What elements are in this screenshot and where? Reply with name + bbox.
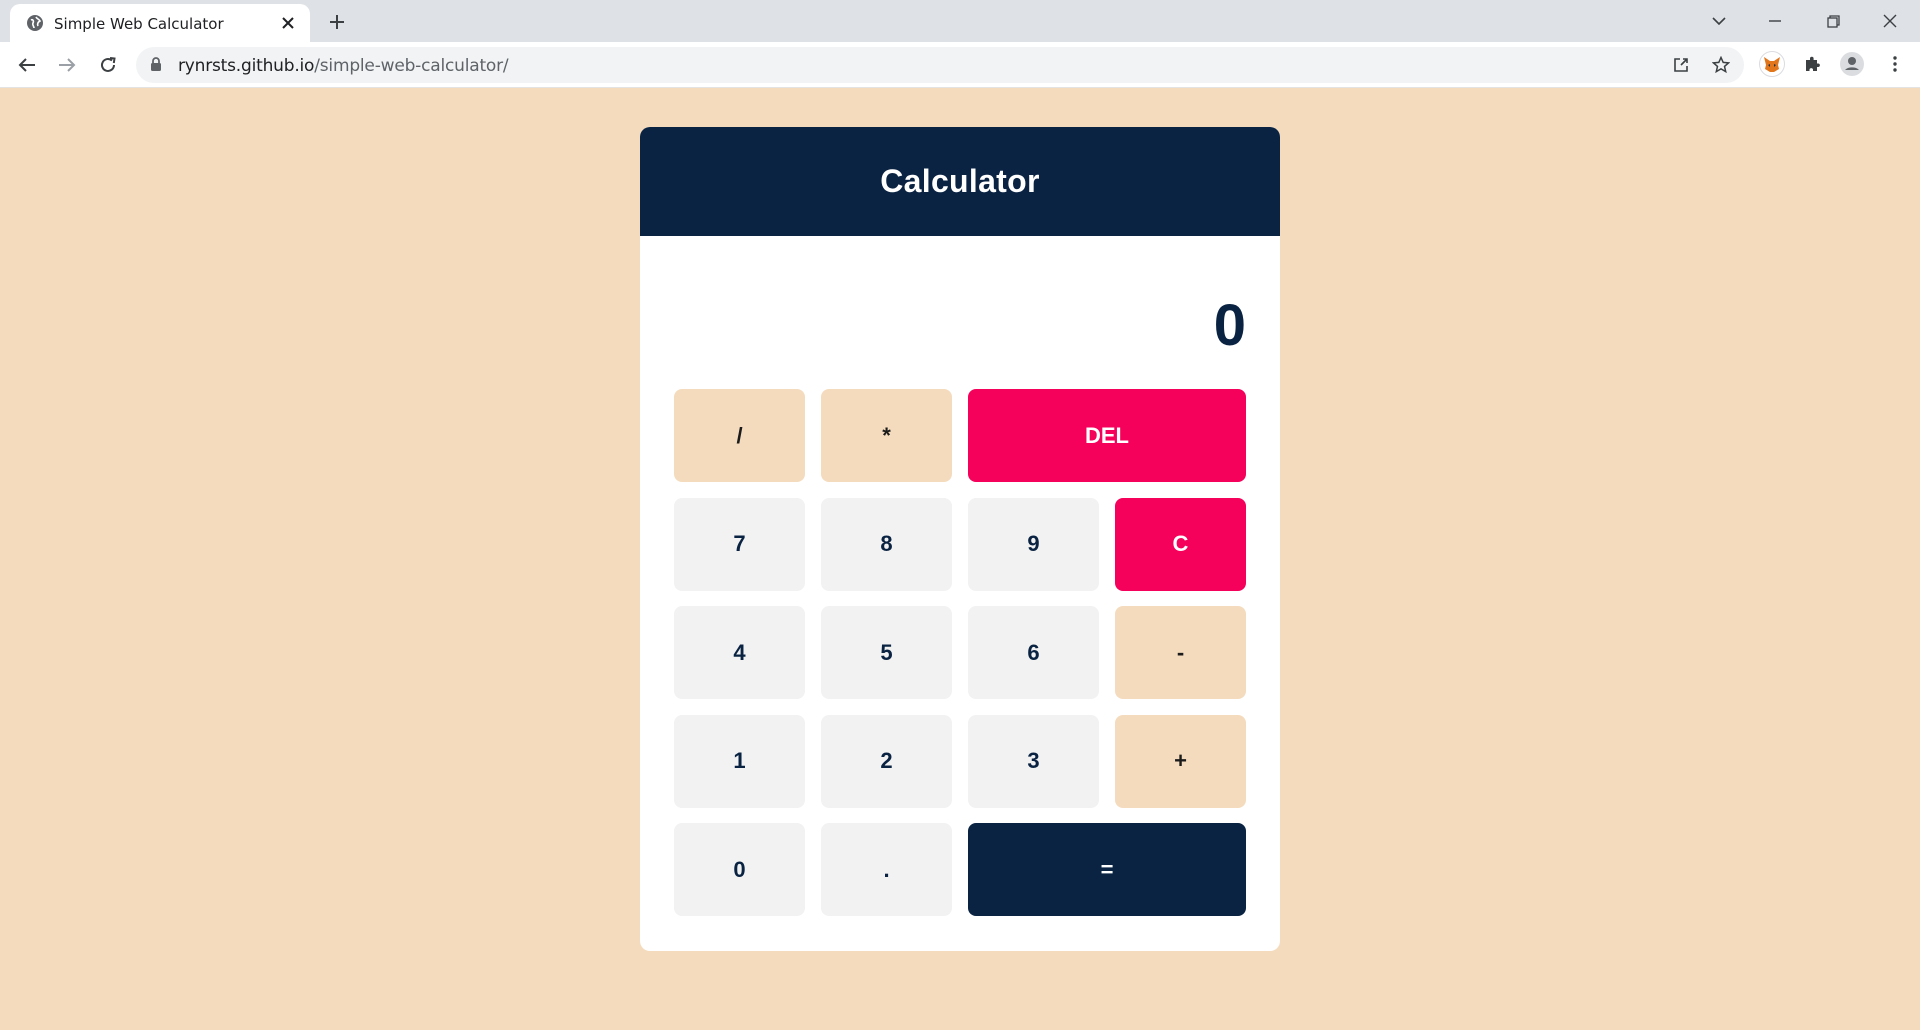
tab-active[interactable]: Simple Web Calculator	[10, 4, 310, 42]
tab-title: Simple Web Calculator	[54, 15, 224, 33]
url-host: rynrsts.github.io	[178, 56, 315, 76]
calculator-display: 0	[1213, 293, 1246, 358]
restore-icon[interactable]	[1810, 6, 1856, 36]
tab-search-chevron-icon[interactable]	[1696, 6, 1742, 36]
decimal-button[interactable]: .	[821, 823, 952, 916]
digit-6-button[interactable]: 6	[968, 606, 1099, 699]
keypad: / * DEL 7 8 9 C 4 5 6 - 1 2 3 + 0 . =	[674, 389, 1246, 916]
url-path: /simple-web-calculator/	[314, 56, 509, 76]
multiply-button[interactable]: *	[821, 389, 952, 482]
back-icon[interactable]	[13, 51, 41, 79]
tab-strip: Simple Web Calculator	[0, 0, 1920, 42]
digit-3-button[interactable]: 3	[968, 714, 1099, 808]
minus-button[interactable]: -	[1115, 606, 1246, 699]
close-tab-icon[interactable]	[278, 13, 298, 33]
globe-icon	[26, 14, 44, 32]
bookmark-star-icon[interactable]	[1710, 54, 1732, 76]
extensions-puzzle-icon[interactable]	[1797, 49, 1827, 79]
digit-4-button[interactable]: 4	[674, 606, 805, 699]
digit-9-button[interactable]: 9	[968, 497, 1099, 591]
menu-kebab-icon[interactable]	[1880, 49, 1910, 79]
clear-button[interactable]: C	[1115, 497, 1246, 591]
reload-icon[interactable]	[94, 51, 122, 79]
divide-button[interactable]: /	[674, 389, 805, 482]
url-text[interactable]: rynrsts.github.io/simple-web-calculator/	[178, 56, 509, 76]
lock-icon[interactable]	[150, 57, 164, 73]
digit-7-button[interactable]: 7	[674, 497, 805, 591]
digit-1-button[interactable]: 1	[674, 714, 805, 808]
digit-8-button[interactable]: 8	[821, 497, 952, 591]
share-icon[interactable]	[1670, 54, 1692, 76]
calculator-title: Calculator	[880, 163, 1040, 199]
minimize-icon[interactable]	[1752, 6, 1798, 36]
equals-button[interactable]: =	[968, 823, 1246, 916]
forward-icon[interactable]	[53, 51, 81, 79]
digit-2-button[interactable]: 2	[821, 714, 952, 808]
digit-5-button[interactable]: 5	[821, 606, 952, 699]
calculator-header: Calculator	[640, 127, 1280, 236]
delete-button[interactable]: DEL	[968, 389, 1246, 482]
digit-0-button[interactable]: 0	[674, 823, 805, 916]
close-window-icon[interactable]	[1867, 6, 1913, 36]
metamask-fox-icon[interactable]	[1757, 49, 1787, 79]
profile-avatar-icon[interactable]	[1837, 49, 1867, 79]
browser-toolbar: rynrsts.github.io/simple-web-calculator/	[0, 42, 1920, 88]
address-bar[interactable]: rynrsts.github.io/simple-web-calculator/	[136, 47, 1744, 83]
plus-button[interactable]: +	[1115, 714, 1246, 808]
calculator-card: Calculator 0 / * DEL 7 8 9 C 4 5 6 - 1 2…	[640, 127, 1280, 951]
new-tab-icon[interactable]	[325, 10, 349, 34]
